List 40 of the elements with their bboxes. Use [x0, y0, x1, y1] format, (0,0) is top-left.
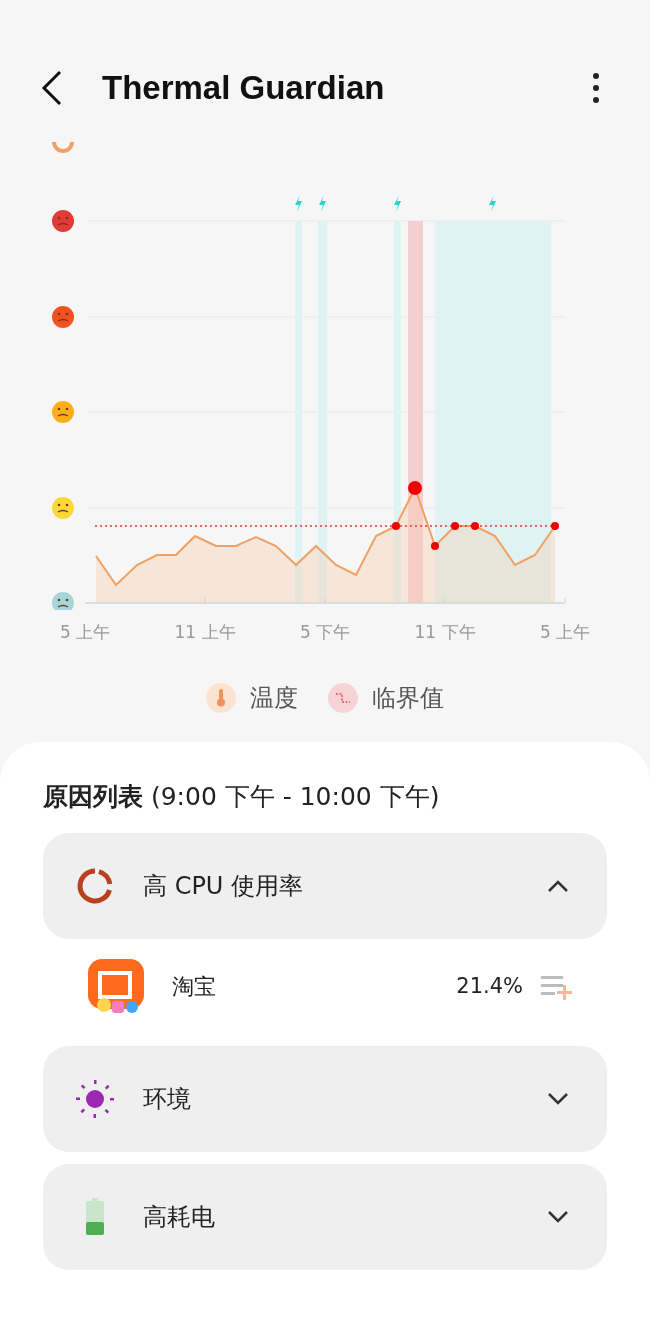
partial-face-icon [52, 141, 74, 153]
chevron-down-icon [547, 1210, 569, 1224]
battery-icon [85, 1198, 105, 1236]
sun-icon [75, 1079, 115, 1119]
more-menu-icon[interactable] [592, 73, 600, 103]
axis-label: 11 下午 [413, 621, 477, 644]
cpu-ring-icon [76, 867, 114, 905]
legend-label: 临界值 [372, 682, 444, 714]
lightning-icon [319, 195, 326, 212]
lightning-icon [394, 195, 401, 212]
axis-label: 5 上午 [58, 621, 112, 644]
usage-value: 21.4% [456, 972, 523, 1000]
back-icon[interactable] [40, 70, 64, 106]
data-point [551, 522, 559, 530]
face-icon [52, 401, 74, 423]
data-point [392, 522, 400, 530]
axis-label: 5 上午 [538, 621, 592, 644]
app-name: 淘宝 [172, 973, 216, 1001]
axis-label: 11 上午 [173, 621, 237, 644]
thermometer-icon [206, 682, 236, 713]
cause-item[interactable]: 环境 [43, 1046, 607, 1152]
data-point [471, 522, 479, 530]
face-icon [52, 592, 74, 610]
axis-label: 5 下午 [298, 621, 352, 644]
legend-label: 温度 [250, 682, 298, 714]
cause-item[interactable]: 高耗电 [43, 1164, 607, 1270]
face-icon [52, 210, 74, 232]
data-point [408, 481, 422, 495]
face-icon [52, 497, 74, 519]
chevron-down-icon [547, 1092, 569, 1106]
page-title: Thermal Guardian [102, 68, 385, 109]
lightning-icon [295, 195, 302, 212]
cause-item[interactable]: 高 CPU 使用率 [43, 833, 607, 939]
chevron-up-icon [547, 879, 569, 893]
causes-title: 原因列表 (9:00 下午 - 10:00 下午) [43, 780, 441, 813]
data-point [431, 542, 439, 550]
lightning-icon [489, 195, 496, 212]
data-point [451, 522, 459, 530]
face-icon [52, 306, 74, 328]
threshold-icon [328, 682, 358, 713]
